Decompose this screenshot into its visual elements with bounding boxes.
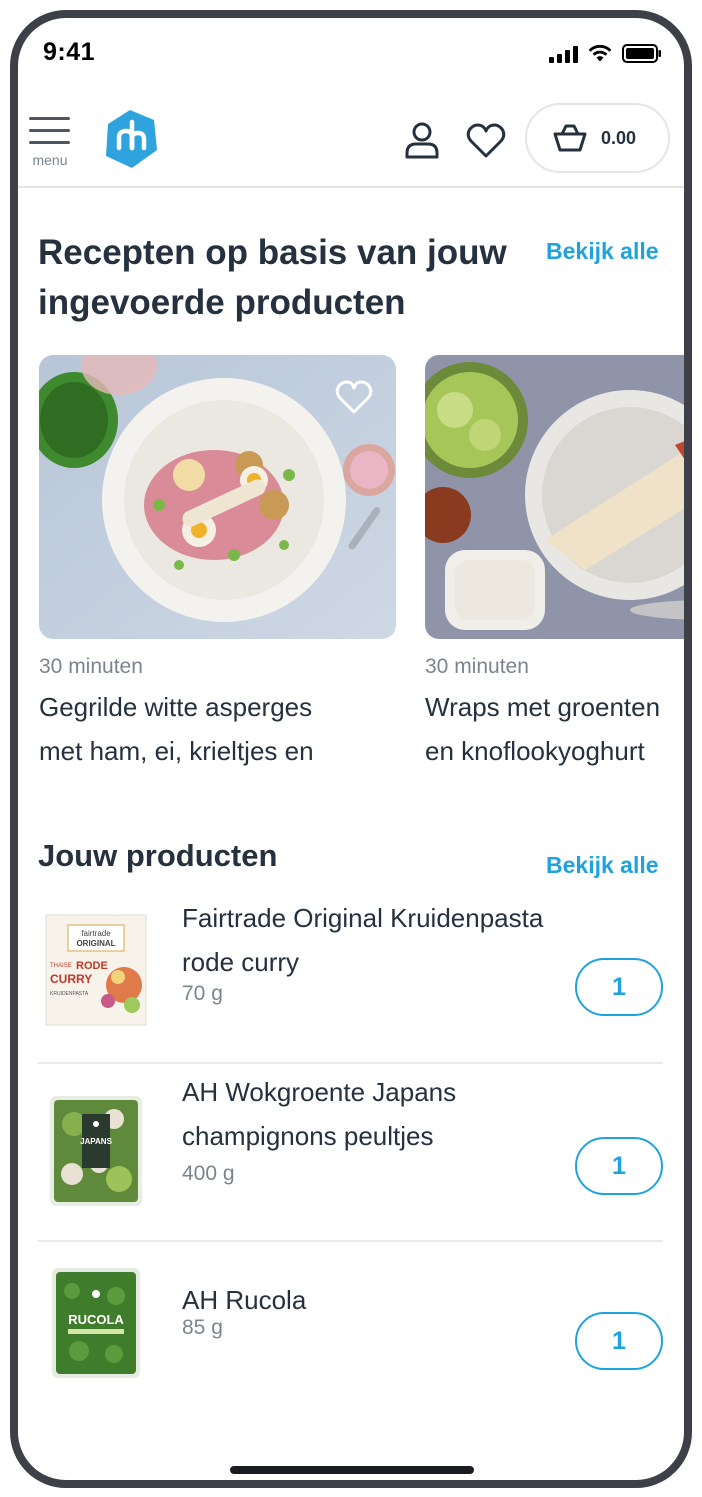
recipe-title-line1: Wraps met groenten xyxy=(425,692,661,722)
recipes-section-title: Recepten op basis van jouw ingevoerde pr… xyxy=(38,228,507,328)
home-indicator[interactable] xyxy=(230,1466,474,1474)
product-name-line1: AH Rucola xyxy=(182,1285,307,1315)
basket-total: 0.00 xyxy=(601,127,637,148)
recipes-title-line2: ingevoerde producten xyxy=(38,283,406,322)
status-bar: 9:41 xyxy=(18,18,684,88)
menu-button[interactable]: menu xyxy=(28,110,74,170)
user-icon[interactable] xyxy=(400,118,444,162)
screen: 9:41 menu 0.00 Recepten op basis van jou… xyxy=(18,18,684,1480)
products-section-title: Jouw producten xyxy=(38,838,278,873)
recipe-title-line2: met ham, ei, krieltjes en xyxy=(39,736,314,766)
battery-icon xyxy=(622,44,661,63)
product-name-line2: rode curry xyxy=(182,947,300,977)
recipe-card[interactable]: 30 minuten Wraps met groenten en knofloo… xyxy=(425,355,684,773)
status-time: 9:41 xyxy=(43,38,96,66)
package-text: KRUIDENPASTA xyxy=(50,991,89,997)
quantity-button[interactable]: 1 xyxy=(575,1312,663,1370)
package-text: fairtrade xyxy=(81,929,111,938)
app-header: menu 0.00 xyxy=(18,96,684,188)
menu-icon xyxy=(29,117,70,120)
product-size: 85 g xyxy=(182,1316,223,1339)
ah-logo[interactable] xyxy=(102,108,158,170)
products-view-all-link[interactable]: Bekijk alle xyxy=(546,852,659,879)
product-image[interactable]: fairtrade ORIGINAL THAISE RODE CURRY KRU… xyxy=(44,913,148,1027)
package-text: ORIGINAL xyxy=(76,939,115,948)
menu-icon-bar xyxy=(29,141,70,144)
recipe-image[interactable] xyxy=(39,355,396,639)
phone-frame: 9:41 menu 0.00 Recepten op basis van jou… xyxy=(10,10,692,1488)
status-icons xyxy=(549,44,662,63)
quantity-button[interactable]: 1 xyxy=(575,958,663,1016)
basket-button[interactable]: 0.00 xyxy=(525,103,670,173)
recipe-title-line2: en knoflookyoghurt xyxy=(425,736,645,766)
signal-icon xyxy=(549,45,578,63)
recipe-card[interactable]: 30 minuten Gegrilde witte asperges met h… xyxy=(39,355,396,773)
recipe-title[interactable]: Wraps met groenten en knoflookyoghurt xyxy=(425,685,684,773)
product-name[interactable]: Fairtrade Original Kruidenpasta rode cur… xyxy=(182,896,602,984)
menu-icon-bar xyxy=(29,129,70,132)
package-text: THAISE xyxy=(50,963,72,969)
product-row[interactable]: RUCOLA AH Rucola 85 g 1 xyxy=(38,1242,663,1420)
product-name[interactable]: AH Wokgroente Japans champignons peultje… xyxy=(182,1070,602,1158)
menu-label: menu xyxy=(32,152,68,168)
quantity-button[interactable]: 1 xyxy=(575,1137,663,1195)
heart-icon[interactable] xyxy=(464,118,508,162)
recipe-time: 30 minuten xyxy=(425,655,529,678)
recipe-time: 30 minuten xyxy=(39,655,143,678)
recipe-image[interactable] xyxy=(425,355,684,639)
product-image[interactable]: JAPANS xyxy=(44,1094,148,1208)
wifi-icon xyxy=(588,44,612,62)
recipes-view-all-link[interactable]: Bekijk alle xyxy=(546,238,659,265)
recipe-title[interactable]: Gegrilde witte asperges met ham, ei, kri… xyxy=(39,685,396,773)
product-name-line2: champignons peultjes xyxy=(182,1121,434,1151)
basket-icon xyxy=(553,124,587,152)
package-text: RUCOLA xyxy=(68,1312,124,1327)
product-size: 400 g xyxy=(182,1162,235,1185)
product-row[interactable]: JAPANS AH Wokgroente Japans champignons … xyxy=(38,1064,663,1242)
recipes-title-line1: Recepten op basis van jouw xyxy=(38,233,507,272)
recipe-title-line1: Gegrilde witte asperges xyxy=(39,692,313,722)
favorite-heart-icon[interactable] xyxy=(334,377,374,417)
product-name-line1: Fairtrade Original Kruidenpasta xyxy=(182,903,544,933)
product-size: 70 g xyxy=(182,982,223,1005)
package-text: JAPANS xyxy=(80,1137,113,1146)
product-row[interactable]: fairtrade ORIGINAL THAISE RODE CURRY KRU… xyxy=(38,886,663,1064)
product-name-line1: AH Wokgroente Japans xyxy=(182,1077,457,1107)
package-text: RODE xyxy=(76,960,108,972)
package-text: CURRY xyxy=(50,972,92,986)
product-image[interactable]: RUCOLA xyxy=(44,1266,148,1380)
product-name[interactable]: AH Rucola xyxy=(182,1278,602,1322)
